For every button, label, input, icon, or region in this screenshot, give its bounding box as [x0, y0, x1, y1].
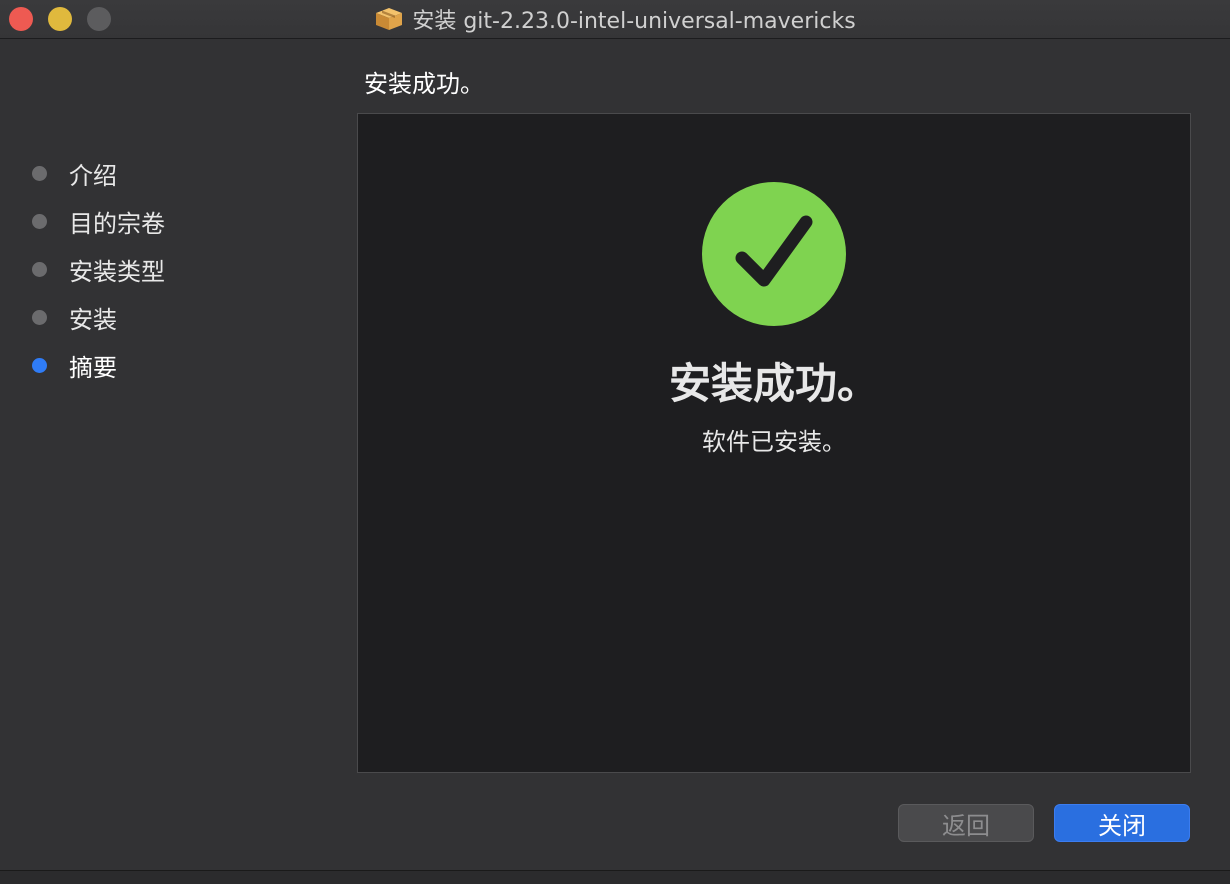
step-label: 介绍 — [69, 161, 117, 190]
step-dot-icon — [32, 165, 47, 181]
step-label: 安装 — [69, 305, 117, 334]
step-label: 安装类型 — [69, 257, 165, 286]
back-button[interactable]: 返回 — [898, 804, 1034, 842]
step-label: 目的宗卷 — [69, 209, 165, 238]
step-dot-icon — [32, 309, 47, 325]
installer-window: 安装 git-2.23.0-intel-universal-mavericks … — [0, 0, 1230, 871]
sidebar-step-summary: 摘要 — [32, 345, 117, 385]
sidebar-step-install-type: 安装类型 — [32, 249, 165, 289]
step-dot-active-icon — [32, 357, 47, 373]
content-panel: 安装成功。 软件已安装。 — [357, 113, 1191, 773]
package-icon — [374, 6, 404, 32]
result-subtitle: 软件已安装。 — [702, 428, 846, 456]
window-title-area: 安装 git-2.23.0-intel-universal-mavericks — [0, 0, 1230, 38]
page-heading: 安装成功。 — [364, 70, 484, 98]
result-title: 安装成功。 — [668, 359, 879, 408]
step-label: 摘要 — [69, 353, 117, 382]
sidebar-step-install: 安装 — [32, 297, 117, 337]
close-button[interactable]: 关闭 — [1054, 804, 1190, 842]
title-bar[interactable]: 安装 git-2.23.0-intel-universal-mavericks — [0, 0, 1230, 39]
sidebar-step-introduction: 介绍 — [32, 153, 117, 193]
sidebar-step-destination: 目的宗卷 — [32, 201, 165, 241]
step-dot-icon — [32, 213, 47, 229]
window-title: 安装 git-2.23.0-intel-universal-mavericks — [412, 9, 856, 34]
success-checkmark-icon — [702, 182, 846, 326]
steps-sidebar: 介绍 目的宗卷 安装类型 安装 摘要 — [0, 39, 340, 819]
step-dot-icon — [32, 261, 47, 277]
